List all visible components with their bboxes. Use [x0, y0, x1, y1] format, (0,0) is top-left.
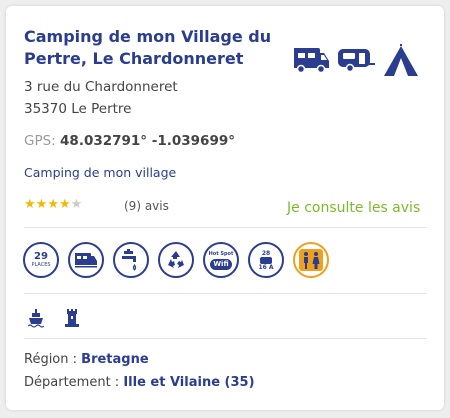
gps-coordinates: GPS: 48.032791° -1.039699°	[24, 133, 235, 149]
divider	[24, 227, 427, 228]
departement-row: Département : Ille et Vilaine (35)	[24, 375, 255, 390]
divider	[24, 338, 427, 339]
electric-count: 28	[261, 249, 271, 257]
star-filled-icon: ★	[47, 197, 59, 212]
caravan-icon	[336, 44, 376, 78]
tower-icon	[64, 308, 80, 332]
departement-label: Département :	[24, 375, 120, 390]
departement-value[interactable]: Ille et Vilaine (35)	[123, 375, 254, 390]
address-street: 3 rue du Chardonneret	[24, 79, 178, 95]
places-label: PLACES	[31, 262, 51, 268]
recycling-icon	[158, 242, 194, 278]
star-filled-icon: ★	[58, 197, 71, 212]
electric-amperage: 16 A	[258, 263, 274, 271]
wifi-hotspot-icon: Hot Spot Wifi	[203, 242, 239, 278]
boat-icon	[27, 308, 45, 332]
wifi-hotspot-label: Hot Spot	[208, 250, 234, 257]
gps-label: GPS:	[24, 133, 56, 149]
rating-stars: ★ ★ ★ ★ ★	[24, 198, 82, 211]
consult-reviews-link[interactable]: Je consulte les avis	[287, 200, 420, 216]
region-row: Région : Bretagne	[24, 352, 149, 367]
electric-plug-icon: 28 16 A	[248, 242, 284, 278]
brand-link[interactable]: Camping de mon village	[24, 165, 176, 180]
accommodation-types	[292, 44, 420, 78]
address-city: 35370 Le Pertre	[24, 101, 132, 117]
campsite-card: Camping de mon Village du Pertre, Le Cha…	[6, 6, 444, 410]
camping-car-icon	[292, 44, 330, 78]
region-label: Région :	[24, 352, 78, 367]
toilets-icon	[293, 242, 329, 278]
wifi-label: Wifi	[209, 258, 232, 270]
campsite-title[interactable]: Camping de mon Village du Pertre, Le Cha…	[24, 26, 274, 70]
region-value[interactable]: Bretagne	[81, 352, 149, 367]
services-list: 29 PLACES Hot Spot Wifi 28 16 A	[23, 242, 329, 278]
star-filled-icon: ★	[35, 197, 48, 212]
star-filled-icon: ★	[24, 197, 36, 212]
tent-icon	[382, 44, 420, 78]
places-icon: 29 PLACES	[23, 242, 59, 278]
water-tap-icon	[113, 242, 149, 278]
star-empty-icon: ★	[70, 197, 83, 212]
places-number: 29	[34, 251, 48, 262]
activities-list	[27, 308, 80, 332]
divider	[24, 293, 427, 294]
gps-value: 48.032791° -1.039699°	[60, 133, 235, 149]
review-count[interactable]: (9) avis	[124, 199, 169, 213]
camping-car-service-icon	[68, 242, 104, 278]
